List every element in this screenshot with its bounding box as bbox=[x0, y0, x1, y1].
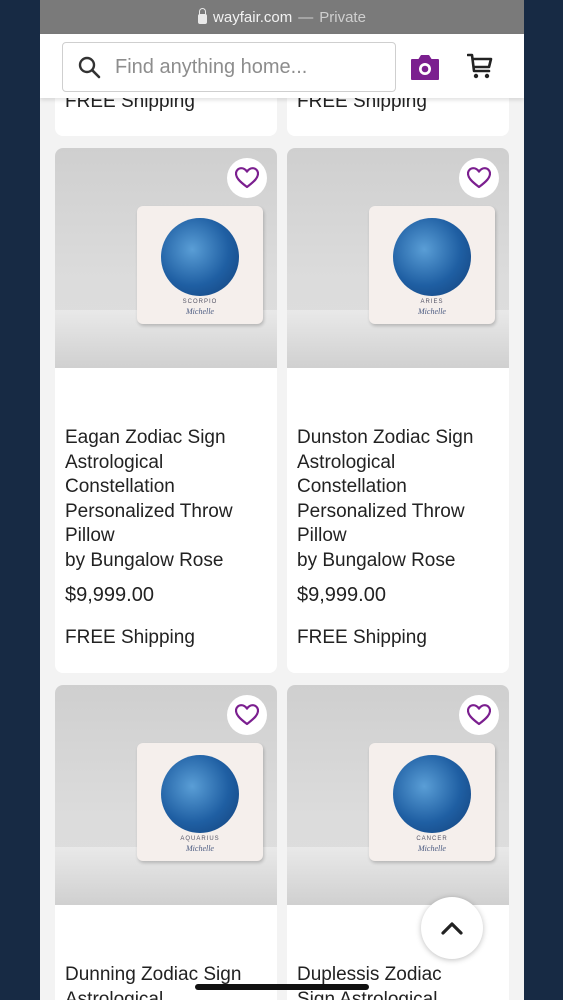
private-label: Private bbox=[319, 8, 366, 26]
pillow: SCORPIO Michelle bbox=[137, 206, 263, 324]
url-separator: — bbox=[298, 8, 314, 26]
product-title[interactable]: Dunston Zodiac Sign Astrological Constel… bbox=[297, 426, 505, 573]
product-card[interactable]: ARIES Michelle Dunston Zodiac Sign Astro… bbox=[287, 148, 509, 673]
search-box[interactable] bbox=[62, 42, 396, 92]
constellation-orb bbox=[161, 755, 239, 833]
image-name-text: Michelle bbox=[418, 844, 446, 853]
favorite-button[interactable] bbox=[459, 695, 499, 735]
image-name-text: Michelle bbox=[418, 307, 446, 316]
constellation-orb bbox=[161, 218, 239, 296]
product-title[interactable]: Eagan Zodiac Sign Astrological Constella… bbox=[65, 426, 273, 573]
pillow: AQUARIUS Michelle bbox=[137, 743, 263, 861]
shipping-label: FREE Shipping bbox=[65, 627, 195, 648]
heart-icon bbox=[235, 167, 259, 189]
product-card[interactable]: SCORPIO Michelle Eagan Zodiac Sign Astro… bbox=[55, 148, 277, 673]
image-name-text: Michelle bbox=[186, 307, 214, 316]
pillow: CANCER Michelle bbox=[369, 743, 495, 861]
product-price: $9,999.00 bbox=[65, 584, 154, 606]
cart-icon[interactable] bbox=[467, 52, 493, 80]
search-input[interactable] bbox=[115, 55, 385, 79]
image-name-text: Michelle bbox=[186, 844, 214, 853]
heart-icon bbox=[235, 704, 259, 726]
url-domain: wayfair.com bbox=[213, 8, 293, 26]
product-price: $9,999.00 bbox=[297, 584, 386, 606]
search-icon bbox=[78, 56, 101, 79]
heart-icon bbox=[467, 167, 491, 189]
image-sign-text: SCORPIO bbox=[182, 299, 218, 305]
home-indicator[interactable] bbox=[195, 984, 369, 990]
product-card[interactable]: AQUARIUS Michelle Dunning Zodiac Sign As… bbox=[55, 685, 277, 1000]
heart-icon bbox=[467, 704, 491, 726]
site-header bbox=[40, 34, 524, 98]
image-sign-text: CANCER bbox=[416, 836, 448, 842]
browser-url-bar[interactable]: wayfair.com — Private bbox=[40, 0, 524, 34]
camera-icon[interactable] bbox=[409, 53, 441, 81]
image-sign-text: ARIES bbox=[420, 299, 444, 305]
product-card[interactable]: CANCER Michelle Duplessis Zodiac Sign As… bbox=[287, 685, 509, 1000]
image-sign-text: AQUARIUS bbox=[180, 836, 220, 842]
pillow: ARIES Michelle bbox=[369, 206, 495, 324]
product-title[interactable]: Duplessis Zodiac Sign Astrological bbox=[297, 963, 505, 1000]
favorite-button[interactable] bbox=[227, 158, 267, 198]
product-title[interactable]: Dunning Zodiac Sign Astrological bbox=[65, 963, 273, 1000]
chevron-up-icon bbox=[441, 922, 463, 935]
phone-screen: wayfair.com — Private FREE Shipping FREE… bbox=[40, 0, 524, 1000]
constellation-orb bbox=[393, 755, 471, 833]
favorite-button[interactable] bbox=[227, 695, 267, 735]
scroll-to-top-button[interactable] bbox=[421, 897, 483, 959]
shipping-label: FREE Shipping bbox=[297, 627, 427, 648]
lock-icon bbox=[198, 8, 208, 24]
favorite-button[interactable] bbox=[459, 158, 499, 198]
constellation-orb bbox=[393, 218, 471, 296]
